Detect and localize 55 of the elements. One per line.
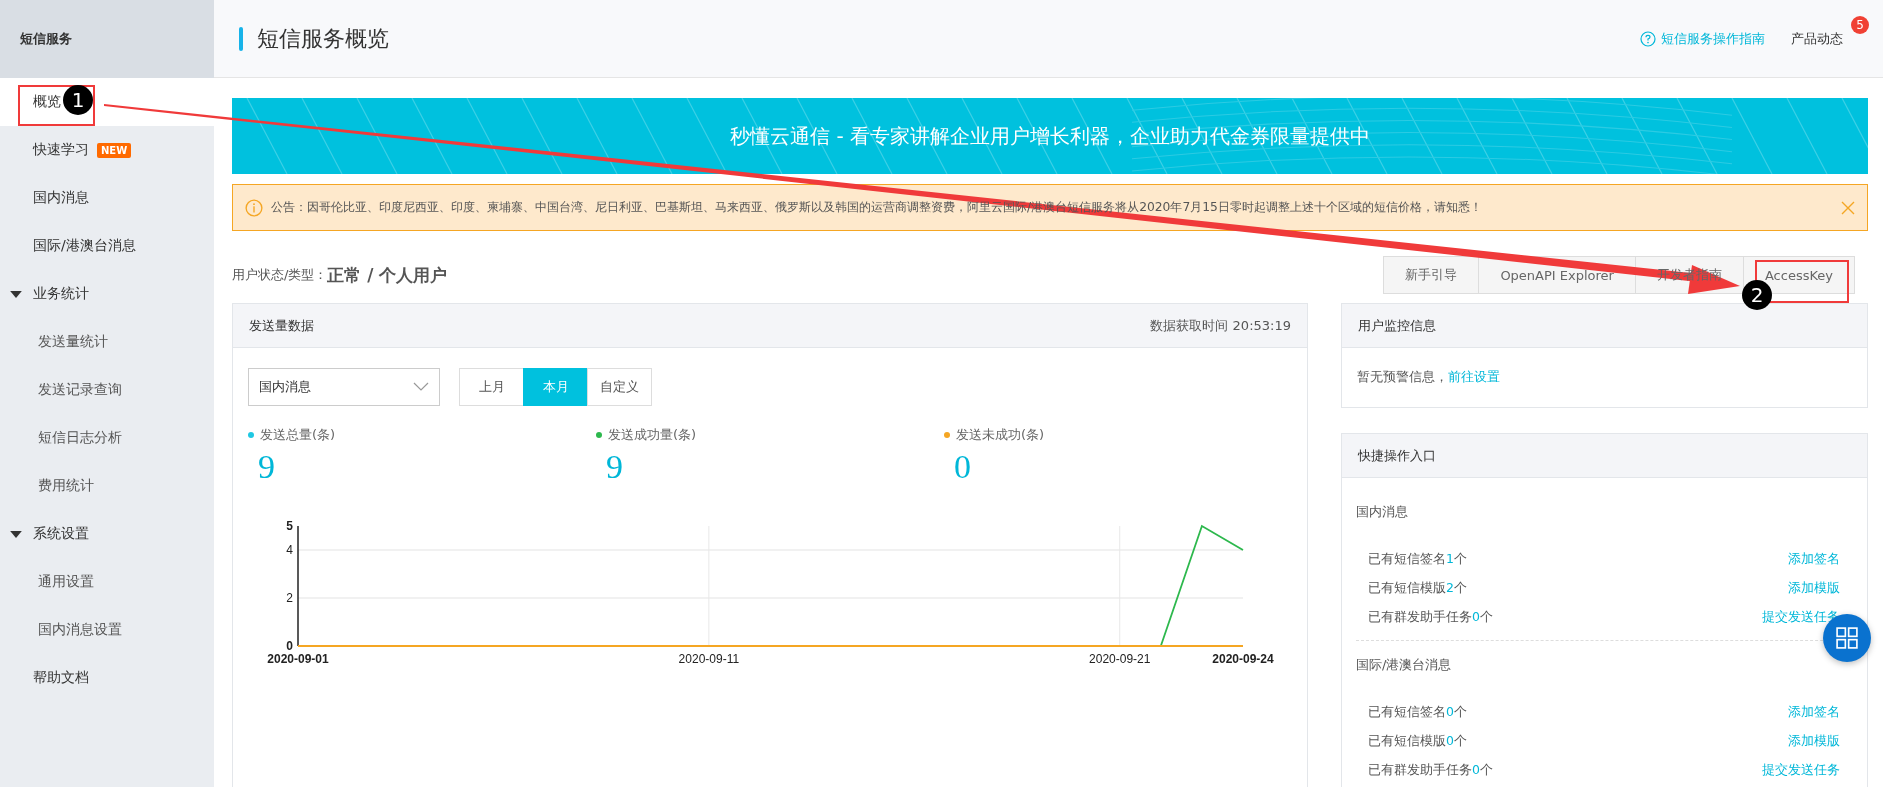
info-icon xyxy=(245,198,263,217)
sidebar-subitem[interactable]: 国内消息设置 xyxy=(0,606,214,654)
y-tick-label: 2 xyxy=(286,591,293,605)
panel-title: 发送量数据 xyxy=(249,316,314,335)
y-tick-label: 5 xyxy=(286,519,293,533)
stat-label: 发送总量(条) xyxy=(260,426,336,444)
message-type-dropdown[interactable]: 国内消息 xyxy=(248,368,440,406)
section-title: 国内消息 xyxy=(1356,503,1409,521)
y-tick-label: 0 xyxy=(286,639,293,653)
sidebar-item[interactable]: 国际/港澳台消息 xyxy=(0,222,214,270)
sidebar-subitem[interactable]: 发送量统计 xyxy=(0,318,214,366)
status-value: 正常 / 个人用户 xyxy=(327,263,448,287)
sidebar-subitem[interactable]: 费用统计 xyxy=(0,462,214,510)
fetch-time: 数据获取时间 20:53:19 xyxy=(1150,316,1291,335)
count-text: 已有短信签名 0个 xyxy=(1368,704,1467,721)
y-tick-label: 4 xyxy=(286,543,293,557)
news-link[interactable]: 产品动态 xyxy=(1791,29,1843,48)
range-tab[interactable]: 自定义 xyxy=(587,368,652,406)
sidebar-item[interactable]: 系统设置 xyxy=(0,510,214,558)
count-text: 已有短信签名 1个 xyxy=(1368,551,1467,568)
count-text: 已有群发助手任务0个 xyxy=(1368,762,1493,779)
sidebar-subitem[interactable]: 短信日志分析 xyxy=(0,414,214,462)
x-tick-label: 2020-09-24 xyxy=(1212,652,1274,666)
x-tick-label: 2020-09-21 xyxy=(1089,652,1151,666)
count-badge: 5 xyxy=(1851,16,1869,34)
panel-title: 用户监控信息 xyxy=(1358,316,1436,335)
count-text: 已有群发助手任务0个 xyxy=(1368,609,1493,626)
monitor-text: 暂无预警信息， xyxy=(1357,369,1448,384)
chevron-down-icon xyxy=(413,382,429,392)
banner-text: 秒懂云通信 - 看专家讲解企业用户增长利器，企业助力代金券限量提供中 xyxy=(730,122,1370,150)
stat-value: 9 xyxy=(606,448,624,486)
x-tick-label: 2020-09-01 xyxy=(267,652,329,666)
sidebar-item[interactable]: 国内消息 xyxy=(0,174,214,222)
sidebar-title: 短信服务 xyxy=(0,0,214,78)
stat-value: 9 xyxy=(258,448,276,486)
grid-icon xyxy=(1836,627,1858,649)
range-tab[interactable]: 上月 xyxy=(459,368,524,406)
stat-label: 发送未成功(条) xyxy=(956,426,1045,444)
stat-label: 发送成功量(条) xyxy=(608,426,697,444)
sidebar-subitem[interactable]: 通用设置 xyxy=(0,558,214,606)
page-title: 短信服务概览 xyxy=(257,24,389,53)
x-tick-label: 2020-09-11 xyxy=(678,652,740,666)
sidebar-item[interactable]: 业务统计 xyxy=(0,270,214,318)
sidebar-item[interactable]: 帮助文档 xyxy=(0,654,214,702)
count-text: 已有短信模版2个 xyxy=(1368,580,1467,597)
stat-value: 0 xyxy=(954,448,972,486)
status-label: 用户状态/类型： xyxy=(232,266,328,282)
sidebar-subitem[interactable]: 发送记录查询 xyxy=(0,366,214,414)
help-icon xyxy=(1640,30,1656,47)
count-text: 已有短信模版0个 xyxy=(1368,733,1467,750)
title-accent xyxy=(239,26,243,51)
new-badge: NEW xyxy=(97,142,132,158)
sidebar-item[interactable]: 快速学习 NEW xyxy=(0,126,214,174)
section-title: 国际/港澳台消息 xyxy=(1356,656,1453,674)
panel-title: 快捷操作入口 xyxy=(1358,446,1436,465)
